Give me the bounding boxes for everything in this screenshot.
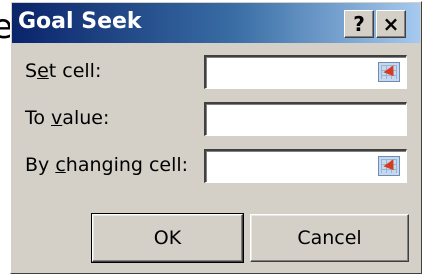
ok-button[interactable]: OK bbox=[91, 213, 244, 263]
dialog-title: Goal Seek bbox=[18, 9, 142, 34]
cancel-button[interactable]: Cancel bbox=[250, 214, 409, 262]
range-selector-icon[interactable] bbox=[378, 156, 400, 176]
by-changing-cell-label: By changing cell: bbox=[25, 154, 189, 176]
to-value-label: To value: bbox=[25, 107, 110, 129]
by-changing-cell-field[interactable] bbox=[204, 149, 407, 183]
set-cell-label: Set cell: bbox=[25, 60, 102, 82]
set-cell-field[interactable] bbox=[204, 55, 407, 89]
to-value-field[interactable] bbox=[204, 102, 407, 136]
title-bar: Goal Seek ? × bbox=[12, 3, 420, 43]
goal-seek-dialog: Goal Seek ? × Set cell: To value: By cha… bbox=[10, 1, 422, 274]
help-button[interactable]: ? bbox=[344, 10, 374, 38]
close-button[interactable]: × bbox=[376, 10, 406, 38]
range-selector-icon[interactable] bbox=[378, 62, 400, 82]
